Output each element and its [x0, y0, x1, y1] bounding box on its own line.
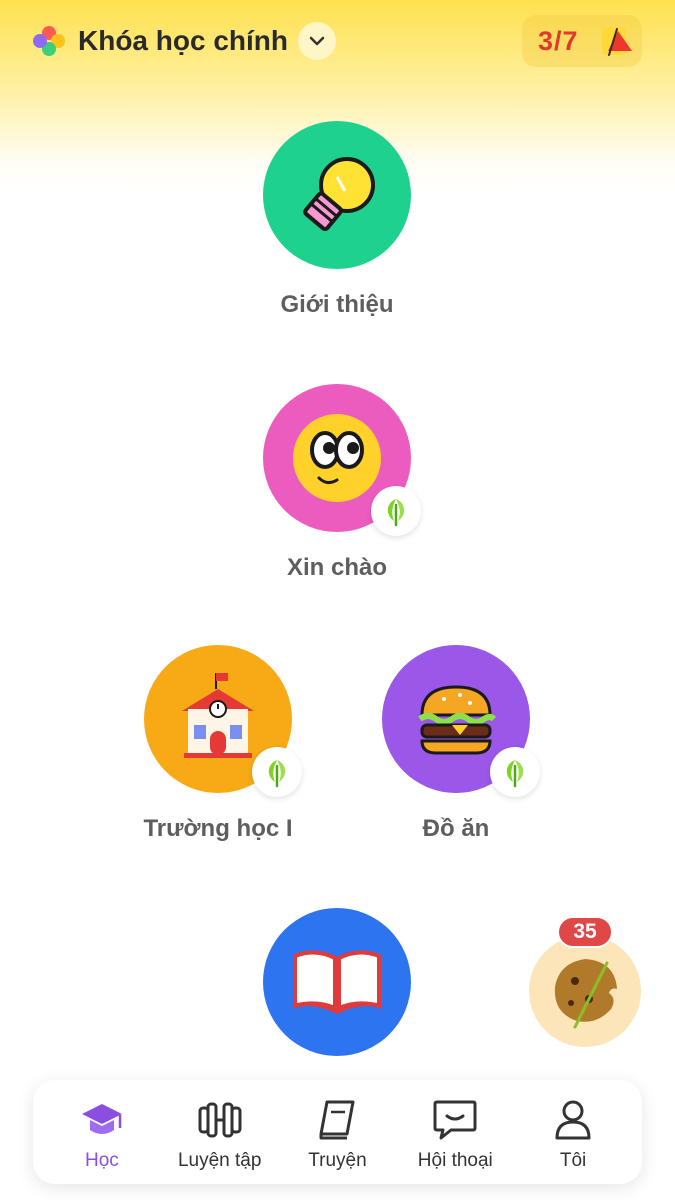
- progress-indicator[interactable]: 3/7: [522, 15, 642, 67]
- dumbbell-icon: [198, 1102, 242, 1138]
- graduation-cap-icon: [81, 1104, 122, 1134]
- lesson-circle[interactable]: [263, 908, 411, 1056]
- nav-label: Học: [85, 1150, 119, 1171]
- lesson-circle[interactable]: [144, 645, 302, 797]
- lesson-node-gioi-thieu[interactable]: Giới thiệu: [217, 121, 457, 319]
- lesson-label: Đồ ăn: [422, 815, 490, 842]
- leaf-icon: [506, 760, 524, 788]
- bottom-nav: Học Luyện tập Truyện Hội thoại Tôi: [33, 1080, 642, 1184]
- lesson-label: Trường học I: [143, 815, 293, 842]
- leaf-badge: [252, 747, 302, 797]
- header: Khóa học chính 3/7: [0, 0, 675, 84]
- leaf-badge: [490, 747, 540, 797]
- burger-icon: [418, 685, 497, 755]
- lesson-circle[interactable]: [382, 645, 540, 797]
- course-dropdown-button[interactable]: [298, 22, 336, 60]
- book-icon: [319, 1100, 355, 1140]
- lesson-label: Giới thiệu: [280, 291, 394, 318]
- person-icon: [555, 1100, 591, 1140]
- leaf-icon: [387, 499, 405, 527]
- leaf-icon: [268, 760, 286, 788]
- petal-logo-icon: [33, 26, 65, 56]
- cookie-reward-button[interactable]: [529, 935, 641, 1047]
- cookie-count-badge: 35: [557, 916, 613, 948]
- lesson-circle[interactable]: [263, 121, 411, 269]
- leaf-badge: [371, 486, 421, 536]
- lesson-node-book[interactable]: [217, 908, 457, 1056]
- smiley-face-icon: [293, 414, 381, 502]
- nav-item-hoi-thoai[interactable]: Hội thoại: [396, 1080, 514, 1184]
- lesson-circle[interactable]: [263, 384, 421, 536]
- cookie-icon: [554, 959, 617, 1029]
- nav-item-truyen[interactable]: Truyện: [279, 1080, 397, 1184]
- progress-count: 3/7: [538, 25, 579, 56]
- nav-item-luyen-tap[interactable]: Luyện tập: [161, 1080, 279, 1184]
- lesson-node-do-an[interactable]: Đồ ăn: [336, 645, 576, 843]
- nav-label: Tôi: [559, 1150, 587, 1171]
- triangle-flag-icon: [602, 27, 632, 56]
- lesson-node-truong-hoc[interactable]: Trường học I: [98, 645, 338, 843]
- chevron-down-icon: [309, 36, 325, 46]
- open-book-icon: [292, 950, 382, 1015]
- lesson-node-xin-chao[interactable]: Xin chào: [217, 384, 457, 582]
- nav-label: Luyện tập: [177, 1150, 262, 1171]
- lightbulb-icon: [303, 157, 375, 232]
- nav-label: Truyện: [308, 1150, 367, 1171]
- nav-label: Hội thoại: [417, 1150, 493, 1171]
- lesson-label: Xin chào: [286, 554, 388, 581]
- chat-bubble-icon: [433, 1100, 477, 1140]
- school-building-icon: [182, 673, 254, 758]
- nav-item-toi[interactable]: Tôi: [514, 1080, 632, 1184]
- nav-item-hoc[interactable]: Học: [43, 1080, 161, 1184]
- course-title[interactable]: Khóa học chính: [78, 22, 288, 60]
